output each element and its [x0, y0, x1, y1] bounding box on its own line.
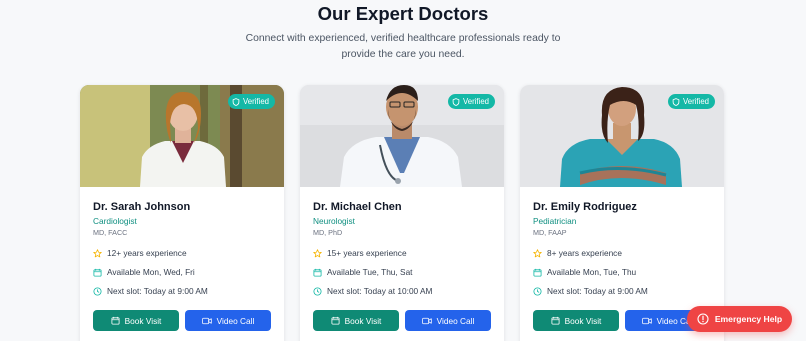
calendar-icon: [551, 316, 560, 325]
clock-icon: [313, 286, 322, 296]
calendar-icon: [93, 268, 102, 277]
book-visit-label: Book Visit: [344, 315, 382, 326]
video-icon: [201, 317, 212, 325]
book-visit-button[interactable]: Book Visit: [93, 310, 179, 331]
book-visit-button[interactable]: Book Visit: [533, 310, 619, 331]
calendar-icon: [533, 268, 542, 277]
emergency-help-label: Emergency Help: [714, 314, 783, 324]
experience-text: 12+ years experience: [107, 248, 187, 258]
availability-row: Available Mon, Wed, Fri: [93, 267, 195, 277]
video-call-label: Video Call: [216, 315, 255, 326]
next-slot-text: Next slot: Today at 9:00 AM: [107, 286, 208, 296]
availability-text: Available Mon, Tue, Thu: [547, 267, 637, 277]
doctor-credentials: MD, PhD: [313, 228, 343, 237]
availability-row: Available Mon, Tue, Thu: [533, 267, 636, 277]
availability-text: Available Tue, Thu, Sat: [327, 267, 413, 277]
doctor-name: Dr. Emily Rodriguez: [533, 201, 637, 213]
video-call-button[interactable]: Video Call: [185, 310, 271, 331]
video-call-button[interactable]: Video Call: [405, 310, 491, 331]
video-icon: [641, 317, 652, 325]
verified-label: Verified: [242, 97, 269, 106]
experience-row: 8+ years experience: [533, 248, 622, 258]
calendar-icon: [313, 268, 322, 277]
experience-text: 8+ years experience: [547, 248, 622, 258]
experience-text: 15+ years experience: [327, 248, 407, 258]
availability-text: Available Mon, Wed, Fri: [107, 267, 195, 277]
alert-circle-icon: [697, 313, 709, 325]
video-icon: [421, 317, 432, 325]
verified-badge: Verified: [227, 94, 275, 109]
star-icon: [93, 248, 102, 258]
availability-row: Available Tue, Thu, Sat: [313, 267, 413, 277]
verified-badge: Verified: [667, 94, 715, 109]
verified-label: Verified: [682, 97, 709, 106]
shield-icon: [672, 97, 680, 106]
verified-badge: Verified: [447, 94, 495, 109]
doctor-name: Dr. Sarah Johnson: [93, 201, 191, 213]
emergency-help-button[interactable]: Emergency Help: [687, 306, 792, 332]
shield-icon: [232, 97, 240, 106]
experience-row: 15+ years experience: [313, 248, 407, 258]
clock-icon: [533, 286, 542, 296]
doctor-card: Verified Dr. Michael Chen Neurologist MD…: [300, 85, 504, 341]
next-slot-row: Next slot: Today at 10:00 AM: [313, 286, 432, 296]
clock-icon: [93, 286, 102, 296]
next-slot-row: Next slot: Today at 9:00 AM: [533, 286, 648, 296]
doctor-specialty: Neurologist: [313, 216, 355, 226]
doctor-specialty: Cardiologist: [93, 216, 137, 226]
verified-label: Verified: [462, 97, 489, 106]
calendar-icon: [331, 316, 340, 325]
video-call-label: Video Call: [436, 315, 475, 326]
doctor-specialty: Pediatrician: [533, 216, 577, 226]
shield-icon: [452, 97, 460, 106]
book-visit-label: Book Visit: [564, 315, 602, 326]
star-icon: [313, 248, 322, 258]
doctor-name: Dr. Michael Chen: [313, 201, 402, 213]
next-slot-text: Next slot: Today at 9:00 AM: [547, 286, 648, 296]
star-icon: [533, 248, 542, 258]
doctor-card: Verified Dr. Sarah Johnson Cardiologist …: [80, 85, 284, 341]
calendar-icon: [111, 316, 120, 325]
doctor-credentials: MD, FAAP: [533, 228, 567, 237]
section-title: Our Expert Doctors: [317, 3, 489, 24]
book-visit-label: Book Visit: [124, 315, 162, 326]
doctor-card: Verified Dr. Emily Rodriguez Pediatricia…: [520, 85, 724, 341]
next-slot-row: Next slot: Today at 9:00 AM: [93, 286, 208, 296]
doctor-credentials: MD, FACC: [93, 228, 128, 237]
experience-row: 12+ years experience: [93, 248, 187, 258]
section-subtitle: Connect with experienced, verified healt…: [245, 33, 561, 60]
next-slot-text: Next slot: Today at 10:00 AM: [327, 286, 433, 296]
book-visit-button[interactable]: Book Visit: [313, 310, 399, 331]
